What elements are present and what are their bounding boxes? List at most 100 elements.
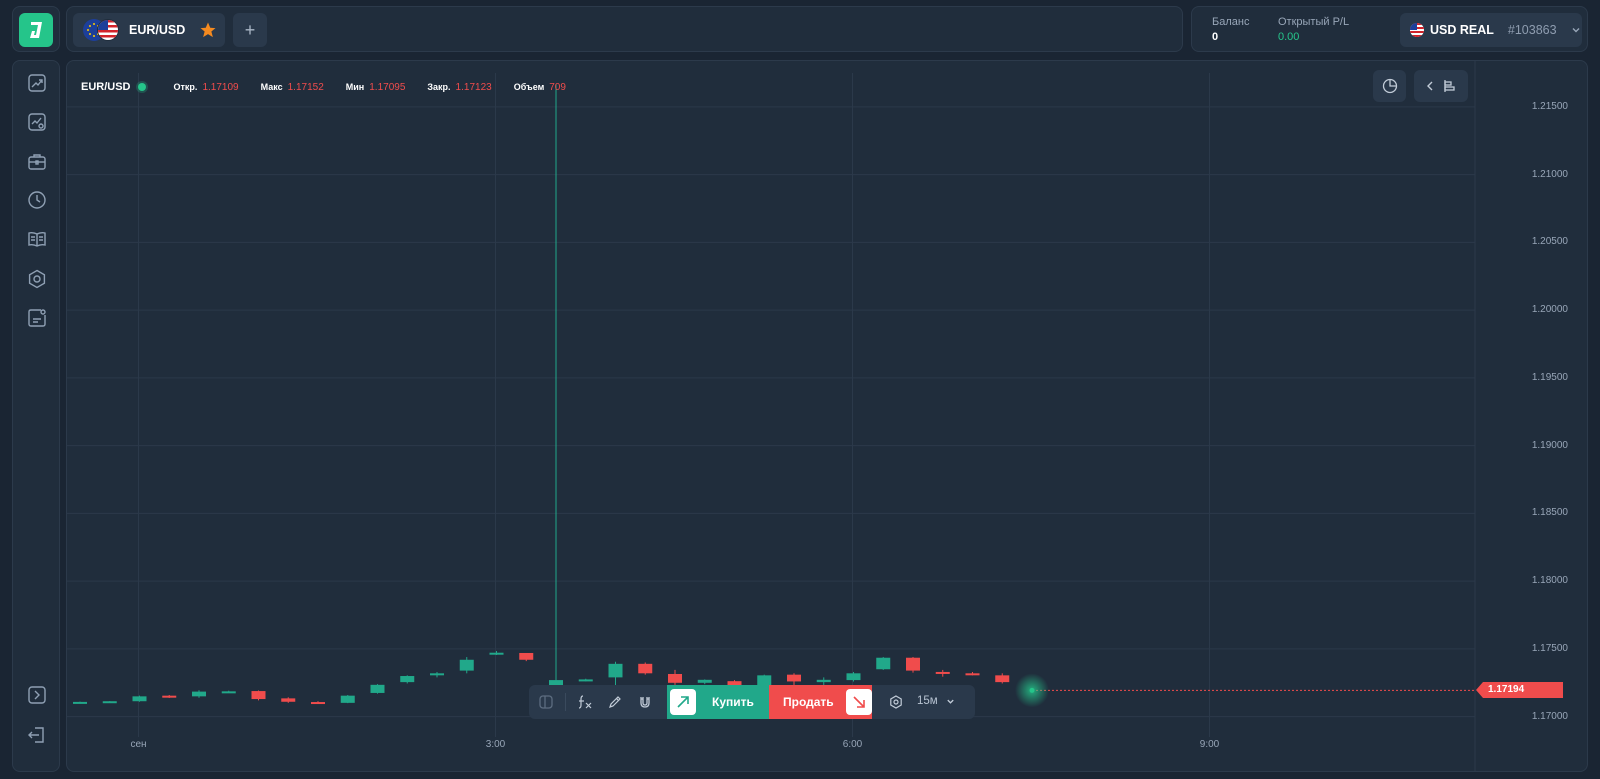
support-chat-icon — [28, 309, 46, 327]
sell-button[interactable]: Продать — [769, 685, 872, 719]
gear-icon — [890, 695, 902, 709]
candle-down — [281, 697, 296, 703]
drawing-tools-button[interactable] — [600, 685, 630, 719]
portfolio-icon — [28, 154, 46, 170]
trade-toolbar: Купить Продать 15м — [529, 685, 975, 719]
account-selector[interactable]: USD REAL #103863 — [1400, 13, 1582, 47]
buy-button[interactable]: Купить — [667, 685, 769, 719]
candle-up — [876, 657, 891, 670]
sidebar-item-settings[interactable] — [25, 267, 49, 291]
toolbar-divider — [565, 693, 566, 711]
candle-down — [638, 662, 653, 675]
us-flag-icon — [1410, 23, 1424, 37]
ohlc-close-value: 1.17123 — [455, 81, 492, 93]
trading-chart-icon — [28, 74, 46, 92]
candle-up — [102, 701, 117, 704]
add-tab-button[interactable]: + — [233, 13, 267, 47]
ohlc-symbol: EUR/USD — [81, 81, 131, 93]
ohlc-high-value: 1.17152 — [287, 81, 324, 93]
chevron-left-icon — [1426, 81, 1432, 91]
price-tick-label: 1.17000 — [1531, 710, 1568, 722]
candle-up — [192, 690, 206, 698]
chart-side-panel-toggle[interactable] — [1414, 70, 1468, 102]
sidebar-item-logout[interactable] — [25, 723, 49, 747]
candle-down — [311, 701, 325, 705]
price-tick-label: 1.21500 — [1531, 100, 1568, 112]
candle-down — [995, 673, 1010, 684]
sidebar-item-analytics[interactable] — [25, 110, 49, 134]
balance-value: 0 — [1212, 31, 1219, 43]
candle-down — [668, 669, 682, 685]
sell-label: Продать — [783, 695, 834, 709]
candle-down — [935, 669, 950, 677]
ohlc-low-label: Мин — [345, 82, 365, 92]
price-tick-label: 1.19500 — [1531, 371, 1568, 383]
arrow-up-right-icon — [670, 689, 696, 715]
analytics-icon — [28, 113, 46, 131]
price-tick-label: 1.19000 — [1531, 439, 1568, 451]
tab-symbol-label: EUR/USD — [129, 23, 186, 37]
instrument-tabs-bar: EUR/USD + — [66, 6, 1183, 52]
timeframe-value: 15м — [917, 695, 938, 707]
tab-eurusd[interactable]: EUR/USD — [73, 13, 225, 47]
sidebar-item-support[interactable] — [25, 306, 49, 330]
price-tick-label: 1.18000 — [1531, 575, 1568, 587]
pie-chart-icon — [1382, 78, 1397, 94]
candle-up — [608, 661, 623, 686]
ohlc-open-label: Откр. — [173, 82, 198, 92]
sidebar-item-expand[interactable] — [25, 683, 49, 707]
logout-icon — [28, 727, 44, 743]
magnet-icon — [640, 697, 650, 708]
layout-toggle-button[interactable] — [531, 685, 561, 719]
balance-label: Баланс — [1212, 16, 1250, 28]
sidebar-item-history[interactable] — [25, 188, 49, 212]
time-tick-label: 6:00 — [842, 739, 863, 750]
candle-down — [251, 690, 266, 701]
layout-icon — [539, 695, 553, 709]
chart-stats-button[interactable] — [1373, 70, 1406, 102]
price-tick-label: 1.20000 — [1531, 304, 1568, 316]
logo-mark-icon — [30, 22, 42, 38]
arrow-down-right-icon — [845, 689, 872, 715]
sidebar-item-portfolio[interactable] — [25, 149, 49, 173]
favorite-star-icon[interactable] — [199, 21, 217, 39]
current-price-marker: 1.17194 — [1476, 682, 1563, 699]
education-book-icon — [28, 231, 46, 247]
account-summary: Баланс 0 Открытый P/L 0.00 USD REAL #103… — [1191, 6, 1588, 52]
price-chart[interactable]: EUR/USD Откр. 1.17109 Макс 1.17152 Мин 1… — [66, 60, 1588, 772]
ohlc-legend: EUR/USD Откр. 1.17109 Макс 1.17152 Мин 1… — [81, 81, 566, 93]
settings-gear-icon — [28, 269, 46, 289]
time-tick-label: 9:00 — [1199, 739, 1220, 750]
pnl-value: 0.00 — [1278, 31, 1300, 43]
timeframe-selector[interactable]: 15м — [917, 695, 955, 707]
chart-canvas[interactable] — [67, 61, 1588, 772]
candle-up — [340, 694, 355, 704]
sidebar-item-trading[interactable] — [25, 71, 49, 95]
pnl-label: Открытый P/L — [1278, 16, 1350, 28]
candle-up — [221, 690, 236, 694]
current-price-value: 1.17194 — [1488, 684, 1525, 696]
history-clock-icon — [28, 191, 46, 209]
candle-down — [162, 694, 177, 698]
chevron-down-icon — [1572, 28, 1580, 33]
candle-up — [370, 684, 385, 694]
ohlc-high-label: Макс — [260, 82, 283, 92]
expand-panel-icon — [28, 686, 46, 704]
candle-down — [906, 657, 920, 673]
price-tick-label: 1.21000 — [1531, 168, 1568, 180]
price-tick-label: 1.18500 — [1531, 507, 1568, 519]
account-number: #103863 — [1507, 23, 1557, 37]
candle-up — [73, 701, 87, 704]
indicators-button[interactable] — [570, 685, 600, 719]
chart-settings-button[interactable] — [881, 685, 911, 719]
candle-down — [965, 671, 980, 676]
app-logo[interactable] — [19, 13, 53, 47]
sidebar-item-education[interactable] — [25, 227, 49, 251]
time-tick-label: 3:00 — [485, 739, 506, 750]
magnet-button[interactable] — [630, 685, 660, 719]
ohlc-close-label: Закр. — [427, 82, 451, 92]
candle-up — [400, 675, 415, 684]
ohlc-low-value: 1.17095 — [369, 81, 406, 93]
price-tick-label: 1.17500 — [1531, 642, 1568, 654]
candle-up — [132, 695, 147, 702]
